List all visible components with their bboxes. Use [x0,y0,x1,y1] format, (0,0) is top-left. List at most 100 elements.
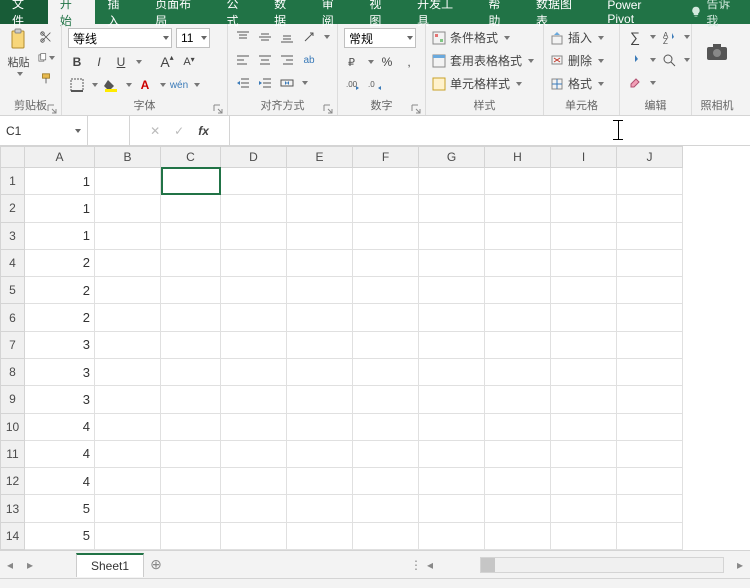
formula-input[interactable] [230,116,750,145]
column-header-J[interactable]: J [617,147,683,168]
row-header[interactable]: 5 [1,277,25,304]
cell[interactable] [617,413,683,440]
cell[interactable]: 4 [25,440,95,467]
cell[interactable] [551,468,617,495]
cell[interactable] [617,331,683,358]
cell[interactable] [353,386,419,413]
cell[interactable] [419,167,485,194]
cell[interactable] [221,358,287,385]
number-launcher[interactable] [411,103,421,113]
cell[interactable] [287,304,353,331]
insert-cells-button[interactable]: 插入 [550,28,604,47]
column-header-G[interactable]: G [419,147,485,168]
tab-数据图表[interactable]: 数据图表 [524,0,595,24]
row-header[interactable]: 9 [1,386,25,413]
cell[interactable] [161,440,221,467]
tab-数据[interactable]: 数据 [262,0,310,24]
column-header-B[interactable]: B [95,147,161,168]
name-box[interactable]: C1 [0,116,88,145]
tab-file[interactable]: 文件 [0,0,48,24]
cell[interactable]: 4 [25,413,95,440]
cell[interactable] [485,413,551,440]
cell[interactable] [617,358,683,385]
cell[interactable]: 5 [25,522,95,549]
cell[interactable] [551,358,617,385]
cell[interactable] [221,249,287,276]
cell[interactable] [617,195,683,222]
cell[interactable] [353,249,419,276]
column-header-D[interactable]: D [221,147,287,168]
cell[interactable] [161,358,221,385]
row-header[interactable]: 8 [1,358,25,385]
cell[interactable] [419,304,485,331]
clipboard-launcher[interactable] [47,103,57,113]
cell[interactable] [353,304,419,331]
cell[interactable] [551,440,617,467]
add-sheet-button[interactable]: ⊕ [144,553,168,577]
column-header-H[interactable]: H [485,147,551,168]
cancel-formula-button[interactable]: ✕ [150,124,160,138]
cell[interactable] [95,522,161,549]
cell[interactable] [353,522,419,549]
cell[interactable]: 1 [25,195,95,222]
hscroll-left[interactable]: ◂ [420,555,440,575]
cell[interactable] [485,195,551,222]
row-header[interactable]: 12 [1,468,25,495]
font-size-select[interactable] [176,28,210,48]
row-header[interactable]: 14 [1,522,25,549]
cell[interactable] [353,195,419,222]
cell[interactable] [617,222,683,249]
cell[interactable] [161,249,221,276]
cell[interactable] [221,440,287,467]
row-header[interactable]: 11 [1,440,25,467]
percent-button[interactable]: % [378,53,396,71]
align-center-button[interactable] [256,51,274,69]
cell[interactable] [161,304,221,331]
cell[interactable] [221,331,287,358]
increase-font-button[interactable]: A▴ [158,53,176,71]
tab-开始[interactable]: 开始 [48,0,96,24]
cell[interactable] [353,222,419,249]
decrease-decimal-button[interactable]: .0 [366,76,384,94]
hscroll-track[interactable] [480,557,724,573]
tab-公式[interactable]: 公式 [214,0,262,24]
cell[interactable] [221,386,287,413]
cell[interactable] [161,331,221,358]
cell[interactable]: 3 [25,358,95,385]
cell[interactable] [95,222,161,249]
row-header[interactable]: 7 [1,331,25,358]
cell[interactable] [617,167,683,194]
cell[interactable] [221,222,287,249]
row-header[interactable]: 4 [1,249,25,276]
table-format-button[interactable]: 套用表格格式 [432,51,534,70]
accounting-button[interactable]: ₽ [344,53,362,71]
delete-cells-button[interactable]: 删除 [550,51,604,70]
cell[interactable] [353,167,419,194]
autosum-button[interactable]: ∑ [626,28,644,46]
cell[interactable] [95,277,161,304]
cell[interactable]: 1 [25,167,95,194]
cell[interactable] [161,167,221,194]
cell[interactable] [551,167,617,194]
cell[interactable] [485,468,551,495]
cell[interactable] [617,440,683,467]
italic-button[interactable]: I [90,53,108,71]
cell[interactable] [551,222,617,249]
copy-button[interactable] [37,49,55,67]
tab-开发工具[interactable]: 开发工具 [405,0,476,24]
cell[interactable]: 2 [25,277,95,304]
cell[interactable] [95,195,161,222]
cell[interactable] [617,386,683,413]
row-header[interactable]: 1 [1,167,25,194]
cell[interactable] [287,249,353,276]
number-format-select[interactable] [344,28,416,48]
decrease-indent-button[interactable] [234,74,252,92]
cell[interactable] [551,249,617,276]
cell[interactable] [551,331,617,358]
cell[interactable] [551,304,617,331]
cell[interactable]: 2 [25,304,95,331]
format-cells-button[interactable]: 格式 [550,74,604,93]
cell[interactable] [485,495,551,522]
cell[interactable] [419,195,485,222]
cell[interactable] [485,304,551,331]
